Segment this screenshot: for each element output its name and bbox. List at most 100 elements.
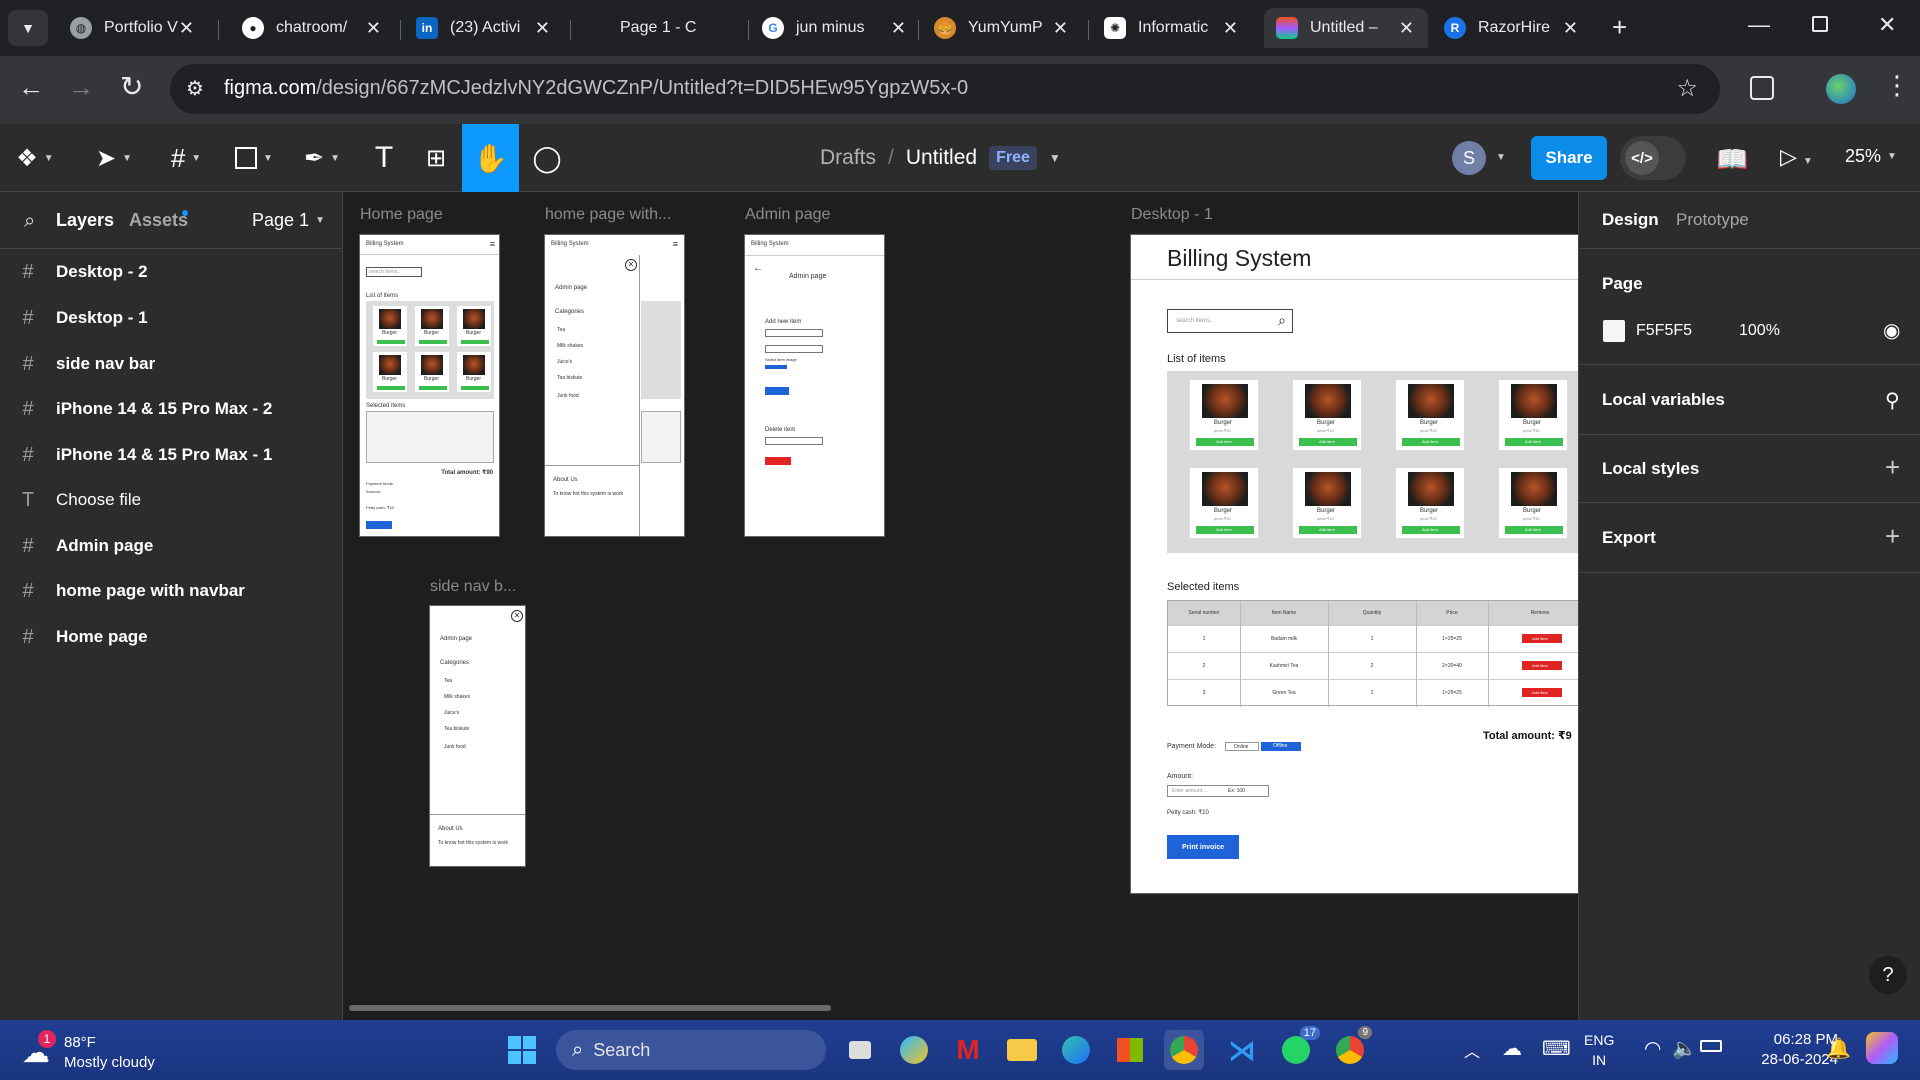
layer-home-page-navbar[interactable]: # home page with navbar [0, 571, 343, 611]
copilot-icon[interactable] [894, 1030, 934, 1070]
browser-tab[interactable]: Page 1 - C [596, 8, 746, 48]
local-styles-label[interactable]: Local styles [1602, 459, 1699, 479]
notification-bell-icon[interactable]: 🔔 [1826, 1036, 1851, 1061]
close-icon[interactable]: ✕ [1053, 18, 1068, 39]
keyboard-icon[interactable]: ⌨ [1542, 1036, 1571, 1061]
share-button[interactable]: Share [1531, 136, 1607, 180]
vscode-icon[interactable]: ⋊ [1222, 1030, 1262, 1070]
clock[interactable]: 06:28 PM 28-06-2024 [1748, 1030, 1838, 1070]
frame-desktop-1[interactable]: Billing System search items.. ⌕ List of … [1130, 234, 1578, 894]
chrome-profile-icon[interactable]: 9 [1330, 1026, 1372, 1070]
forward-button[interactable]: → [68, 72, 94, 103]
frame-label-desktop[interactable]: Desktop - 1 [1131, 206, 1213, 224]
mcafee-icon[interactable]: M [948, 1030, 988, 1070]
back-button[interactable]: ← [18, 72, 44, 103]
eye-icon[interactable]: ◉ [1883, 318, 1900, 343]
plan-badge[interactable]: Free [989, 146, 1037, 170]
start-button[interactable] [502, 1030, 542, 1070]
design-canvas[interactable]: Home page Billing System ≡ search items.… [343, 192, 1578, 1020]
restore-button[interactable] [1812, 16, 1828, 32]
browser-tab[interactable]: ● chatroom/ ✕ [230, 8, 395, 48]
main-menu-button[interactable]: ❖ ▼ [10, 124, 60, 192]
browser-tab[interactable]: in (23) Activi ✕ [404, 8, 564, 48]
wifi-icon[interactable]: ◠ [1644, 1036, 1661, 1061]
tab-design[interactable]: Design [1602, 210, 1659, 230]
layer-desktop-1[interactable]: # Desktop - 1 [0, 298, 343, 338]
page-color-value[interactable]: F5F5F5 [1636, 322, 1692, 340]
layer-iphone-2[interactable]: # iPhone 14 & 15 Pro Max - 2 [0, 389, 343, 429]
zoom-control[interactable]: 25% ▼ [1845, 146, 1897, 167]
browser-tab[interactable]: R RazorHire ✕ [1432, 8, 1592, 48]
canvas-scrollbar[interactable] [349, 1005, 831, 1011]
browser-tab[interactable]: 🍔 YumYumP ✕ [922, 8, 1082, 48]
omnibox[interactable]: ⚙ figma.com/design/667zMCJedzlvNY2dGWCZn… [170, 64, 1720, 114]
task-view-icon[interactable] [840, 1030, 880, 1070]
window-close-button[interactable]: ✕ [1878, 12, 1896, 38]
tab-search-button[interactable]: ▼ [8, 10, 48, 46]
tab-layers[interactable]: Layers [56, 210, 114, 231]
close-icon[interactable]: ✕ [535, 18, 550, 39]
page-color-swatch[interactable] [1603, 320, 1625, 342]
close-icon[interactable]: ✕ [179, 18, 194, 39]
browser-tab[interactable]: ✺ Informatic ✕ [1092, 8, 1252, 48]
plus-icon[interactable]: + [1885, 452, 1900, 483]
local-variables-label[interactable]: Local variables [1602, 390, 1725, 410]
battery-icon[interactable] [1700, 1040, 1722, 1052]
layer-side-nav-bar[interactable]: # side nav bar [0, 344, 343, 384]
file-explorer-icon[interactable] [1002, 1030, 1042, 1070]
chevron-up-icon[interactable]: ︿ [1464, 1038, 1480, 1062]
tab-prototype[interactable]: Prototype [1676, 210, 1749, 230]
close-icon[interactable]: ✕ [366, 18, 381, 39]
shape-tool[interactable]: ▼ [226, 124, 282, 192]
frame-label-home-nav[interactable]: home page with... [545, 206, 671, 224]
frame-home-page[interactable]: Billing System ≡ search items.. List of … [359, 234, 500, 537]
file-name[interactable]: Untitled [906, 146, 977, 170]
help-button[interactable]: ? [1869, 956, 1907, 994]
page-selector[interactable]: Page 1 ▼ [252, 210, 325, 231]
export-label[interactable]: Export [1602, 528, 1656, 548]
volume-icon[interactable]: 🔈 [1672, 1036, 1697, 1061]
hand-tool[interactable]: ✋ [462, 124, 519, 192]
layer-admin-page[interactable]: # Admin page [0, 526, 343, 566]
edge-icon[interactable] [1056, 1030, 1096, 1070]
browser-tab-active[interactable]: Untitled – ✕ [1264, 8, 1428, 48]
reload-button[interactable]: ↻ [120, 70, 143, 103]
close-icon[interactable]: ✕ [1563, 18, 1578, 39]
store-icon[interactable] [1110, 1030, 1150, 1070]
close-icon[interactable]: ✕ [1399, 18, 1414, 39]
taskbar-search[interactable]: ⌕ Search [556, 1030, 826, 1070]
layer-home-page[interactable]: # Home page [0, 617, 343, 657]
browser-tab[interactable]: ◍ Portfolio V ✕ [58, 8, 208, 48]
whatsapp-icon[interactable]: 17 [1276, 1026, 1320, 1070]
breadcrumb-drafts[interactable]: Drafts [820, 146, 876, 170]
tab-assets[interactable]: Assets [129, 210, 188, 231]
layer-iphone-1[interactable]: # iPhone 14 & 15 Pro Max - 1 [0, 435, 343, 475]
move-tool[interactable]: ➤ ▼ [86, 124, 142, 192]
present-button[interactable]: ▷ ▼ [1780, 144, 1813, 170]
resources-tool[interactable]: ⊞ [412, 124, 460, 192]
chevron-down-icon[interactable]: ▼ [1049, 151, 1061, 165]
variables-icon[interactable]: ⚲ [1885, 388, 1900, 413]
frame-home-page-navbar[interactable]: Billing System ≡ ✕ Admin page Categories… [544, 234, 685, 537]
pen-tool[interactable]: ✒ ▼ [294, 124, 350, 192]
browser-tab[interactable]: G jun minus ✕ [750, 8, 920, 48]
star-icon[interactable]: ☆ [1676, 74, 1698, 103]
frame-label-sidenav[interactable]: side nav b... [430, 578, 516, 596]
page-opacity-value[interactable]: 100% [1739, 322, 1780, 340]
comment-tool[interactable]: ◯ [522, 124, 572, 192]
layer-choose-file[interactable]: T Choose file [0, 480, 343, 520]
weather-widget[interactable]: ☁ 1 88°F Mostly cloudy [20, 1026, 190, 1074]
close-icon[interactable]: ✕ [1223, 18, 1238, 39]
search-icon[interactable]: ⌕ [24, 210, 35, 233]
more-menu-icon[interactable]: ⋮ [1884, 70, 1910, 101]
onedrive-icon[interactable]: ☁ [1502, 1036, 1522, 1061]
frame-admin-page[interactable]: Billing System ← Admin page Add new item… [744, 234, 885, 537]
frame-label-admin[interactable]: Admin page [745, 206, 830, 224]
copilot-pre-icon[interactable] [1866, 1032, 1898, 1064]
frame-tool[interactable]: # ▼ [158, 124, 214, 192]
plus-icon[interactable]: + [1885, 521, 1900, 552]
chevron-down-icon[interactable]: ▼ [1496, 152, 1506, 163]
site-info-icon[interactable]: ⚙ [186, 76, 204, 101]
extensions-icon[interactable] [1750, 76, 1774, 100]
frame-label-home[interactable]: Home page [360, 206, 443, 224]
